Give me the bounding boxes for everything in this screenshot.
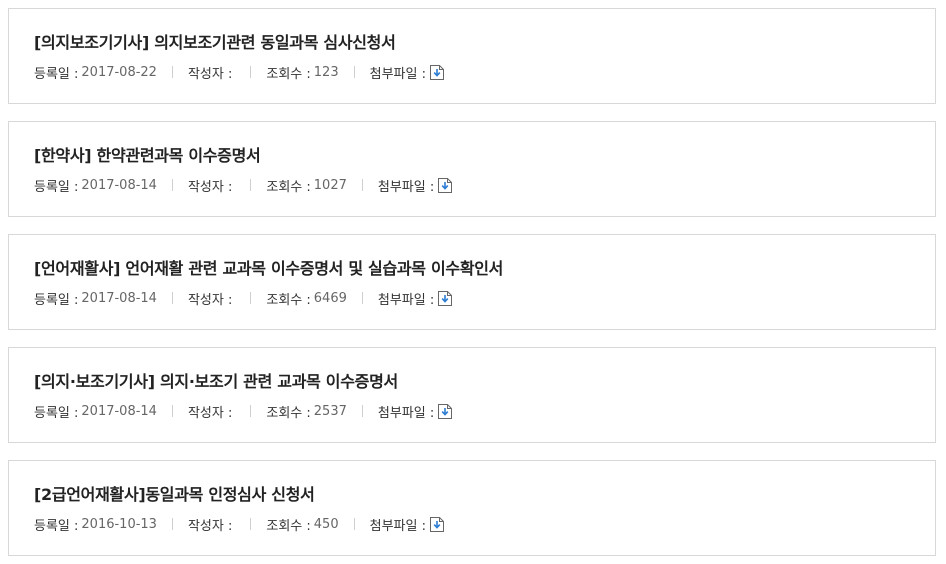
divider: [171, 518, 173, 530]
attachment-label: 첨부파일 :: [369, 66, 426, 82]
divider: [361, 292, 363, 304]
attachment-label: 첨부파일 :: [377, 292, 435, 308]
divider: [250, 66, 252, 78]
date-label: 등록일 :: [34, 179, 79, 195]
post-title-link[interactable]: [의지·보조기기사] 의지·보조기 관련 교과목 이수증명서: [34, 368, 398, 392]
views-field: 조회수 : 450: [266, 515, 338, 534]
attachment-label: 첨부파일 :: [377, 179, 435, 195]
divider: [353, 518, 355, 530]
attachment-field: 첨부파일 :: [377, 176, 453, 195]
attachment-field: 첨부파일 :: [377, 402, 453, 421]
divider: [171, 405, 173, 417]
post-title-link[interactable]: [언어재활사] 언어재활 관련 교과목 이수증명서 및 실습과목 이수확인서: [34, 255, 503, 279]
views-value: 6469: [313, 290, 347, 306]
date-value: 2017-08-22: [81, 64, 157, 80]
author-label: 작성자 :: [187, 179, 233, 195]
list-item: [언어재활사] 언어재활 관련 교과목 이수증명서 및 실습과목 이수확인서 등…: [8, 234, 936, 330]
list-item: [한약사] 한약관련과목 이수증명서 등록일 : 2017-08-14 작성자 …: [8, 121, 936, 217]
date-field: 등록일 : 2016-10-13: [34, 515, 157, 534]
date-label: 등록일 :: [34, 66, 79, 82]
views-label: 조회수 :: [266, 179, 311, 195]
post-meta: 등록일 : 2017-08-22 작성자 : 조회수 : 123 첨부파일 :: [34, 63, 444, 82]
date-label: 등록일 :: [34, 292, 79, 308]
views-field: 조회수 : 1027: [266, 176, 347, 195]
views-value: 2537: [313, 403, 347, 419]
views-field: 조회수 : 123: [266, 63, 338, 82]
views-label: 조회수 :: [266, 66, 311, 82]
divider: [171, 179, 173, 191]
list-item: [의지·보조기기사] 의지·보조기 관련 교과목 이수증명서 등록일 : 201…: [8, 347, 936, 443]
divider: [353, 66, 355, 78]
list-item: [2급언어재활사]동일과목 인정심사 신청서 등록일 : 2016-10-13 …: [8, 460, 936, 556]
post-meta: 등록일 : 2017-08-14 작성자 : 조회수 : 1027 첨부파일 :: [34, 176, 453, 195]
author-field: 작성자 :: [188, 289, 235, 308]
divider: [171, 292, 173, 304]
date-value: 2017-08-14: [81, 177, 157, 193]
divider: [171, 66, 173, 78]
divider: [250, 179, 252, 191]
file-download-icon[interactable]: [438, 177, 453, 193]
post-title-link[interactable]: [한약사] 한약관련과목 이수증명서: [34, 142, 261, 166]
views-value: 450: [313, 516, 339, 532]
date-value: 2016-10-13: [81, 516, 157, 532]
file-download-icon[interactable]: [429, 64, 444, 80]
views-label: 조회수 :: [266, 518, 311, 534]
views-field: 조회수 : 6469: [266, 289, 347, 308]
divider: [250, 518, 252, 530]
attachment-label: 첨부파일 :: [377, 405, 435, 421]
attachment-field: 첨부파일 :: [370, 63, 444, 82]
author-field: 작성자 :: [188, 515, 235, 534]
author-field: 작성자 :: [188, 402, 235, 421]
file-download-icon[interactable]: [438, 403, 453, 419]
author-label: 작성자 :: [187, 405, 233, 421]
date-label: 등록일 :: [34, 518, 79, 534]
file-download-icon[interactable]: [429, 516, 444, 532]
date-label: 등록일 :: [34, 405, 79, 421]
author-label: 작성자 :: [187, 66, 233, 82]
views-value: 123: [313, 64, 339, 80]
attachment-field: 첨부파일 :: [370, 515, 444, 534]
file-download-icon[interactable]: [438, 290, 453, 306]
divider: [250, 405, 252, 417]
date-field: 등록일 : 2017-08-14: [34, 176, 157, 195]
author-label: 작성자 :: [187, 292, 233, 308]
list-item: [의지보조기기사] 의지보조기관련 동일과목 심사신청서 등록일 : 2017-…: [8, 8, 936, 104]
date-field: 등록일 : 2017-08-14: [34, 289, 157, 308]
post-meta: 등록일 : 2017-08-14 작성자 : 조회수 : 6469 첨부파일 :: [34, 289, 453, 308]
post-title-link[interactable]: [의지보조기기사] 의지보조기관련 동일과목 심사신청서: [34, 29, 396, 53]
author-field: 작성자 :: [188, 63, 235, 82]
attachment-field: 첨부파일 :: [377, 289, 453, 308]
date-field: 등록일 : 2017-08-22: [34, 63, 157, 82]
views-value: 1027: [313, 177, 347, 193]
post-meta: 등록일 : 2016-10-13 작성자 : 조회수 : 450 첨부파일 :: [34, 515, 444, 534]
views-label: 조회수 :: [266, 405, 311, 421]
author-label: 작성자 :: [187, 518, 233, 534]
date-field: 등록일 : 2017-08-14: [34, 402, 157, 421]
date-value: 2017-08-14: [81, 290, 157, 306]
attachment-label: 첨부파일 :: [369, 518, 426, 534]
post-meta: 등록일 : 2017-08-14 작성자 : 조회수 : 2537 첨부파일 :: [34, 402, 453, 421]
divider: [361, 405, 363, 417]
author-field: 작성자 :: [188, 176, 235, 195]
divider: [250, 292, 252, 304]
post-title-link[interactable]: [2급언어재활사]동일과목 인정심사 신청서: [34, 481, 315, 505]
divider: [361, 179, 363, 191]
date-value: 2017-08-14: [81, 403, 157, 419]
post-list: [의지보조기기사] 의지보조기관련 동일과목 심사신청서 등록일 : 2017-…: [0, 0, 946, 564]
views-field: 조회수 : 2537: [266, 402, 347, 421]
views-label: 조회수 :: [266, 292, 311, 308]
